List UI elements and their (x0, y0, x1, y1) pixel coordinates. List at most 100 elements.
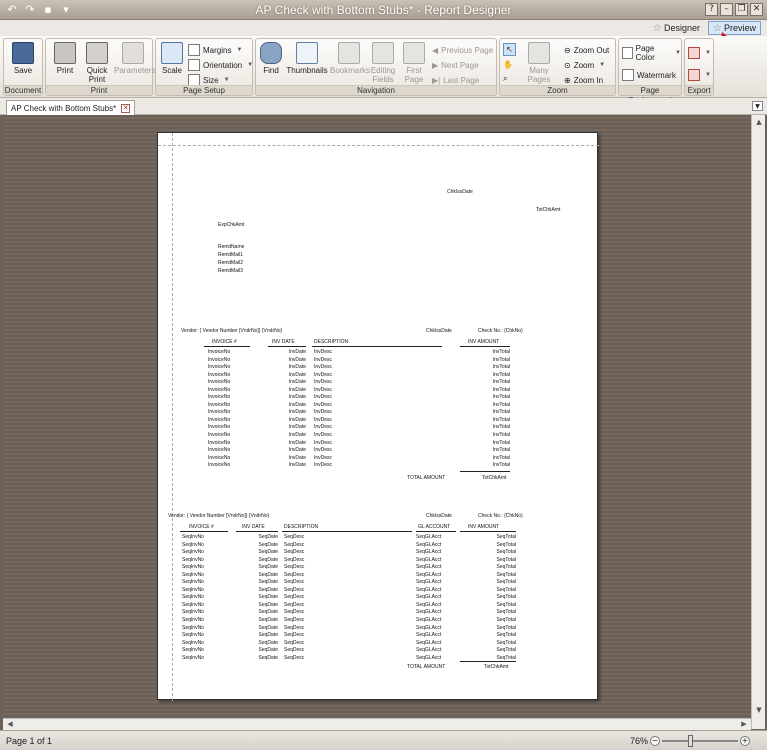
export-pdf-button[interactable]: ▼ (688, 46, 711, 60)
stub2-header-date: INV DATE (242, 524, 265, 530)
orientation-button[interactable]: Orientation ▼ (188, 58, 253, 72)
horizontal-scrollbar[interactable]: ◀ ▶ (3, 718, 751, 730)
stub1-header-date: INV DATE (272, 339, 295, 345)
clipboard-icon (122, 42, 144, 64)
zoom-icon: ⊙ (564, 60, 571, 70)
thumbnails-button[interactable]: Thumbnails (286, 40, 328, 85)
pointer-tool-button[interactable]: ↖ (503, 42, 516, 56)
margins-icon (188, 44, 200, 56)
export-email-button[interactable]: ▼ (688, 68, 711, 82)
zoom-slider[interactable]: − + (650, 735, 750, 747)
watermark-icon (622, 69, 634, 81)
first-page-icon (403, 42, 425, 64)
document-tab-strip: AP Check with Bottom Stubs* ✕ ▼ (0, 98, 767, 115)
arrow-left-icon: ◀ (432, 45, 439, 55)
stub2-col-invoice: SeqInvNo SeqInvNo SeqInvNo SeqInvNo SeqI… (182, 534, 204, 661)
exp-amount-field: ExpChkAmt (218, 222, 245, 228)
scroll-right-icon[interactable]: ▶ (738, 719, 750, 730)
last-page-icon: ▶| (432, 75, 441, 85)
remit-mail3-field: RemitMail3 (218, 268, 244, 274)
printer-icon (86, 42, 108, 64)
group-zoom: ↖ ✋ ⌕ Many Pages ⊖ Zoom Out ⊙ Zoom ▼ ⊕ Zo… (499, 38, 616, 96)
ribbon: Save Document Print Quick Print Paramete… (0, 36, 767, 105)
watermark-button[interactable]: Watermark (622, 68, 676, 82)
stub2-header-amount: INV AMOUNT (468, 524, 500, 530)
bookmarks-button[interactable]: Bookmarks (330, 40, 370, 85)
zoom-out-button[interactable]: ⊖ Zoom Out (564, 43, 609, 57)
margins-button[interactable]: Margins ▼ (188, 43, 242, 57)
next-page-button[interactable]: ▶ Next Page (432, 58, 479, 72)
vertical-scrollbar[interactable]: ▲ ▼ (751, 115, 765, 729)
pointer-icon: ↖ (503, 42, 516, 56)
editing-fields-button[interactable]: Editing Fields (368, 40, 398, 85)
stub2-total-label: TOTAL AMOUNT (407, 664, 446, 670)
help-icon[interactable]: ? (705, 3, 718, 16)
remit-name-field: RemitName (218, 244, 245, 250)
page-indicator: Page 1 of 1 (6, 736, 53, 746)
status-bar: Page 1 of 1 76% − + (0, 730, 767, 750)
scroll-left-icon[interactable]: ◀ (4, 719, 16, 730)
tab-list-dropdown-icon[interactable]: ▼ (752, 101, 763, 111)
print-button[interactable]: Print (48, 40, 82, 85)
stub2-col-amount: SeqTotal SeqTotal SeqTotal SeqTotal SeqT… (496, 534, 516, 661)
stub2-vendor: Vendor: { Vendor Number [VndrNo]} {VndrN… (168, 513, 270, 519)
stub1-col-invoice: InvoiceNo InvoiceNo InvoiceNo InvoiceNo … (208, 349, 231, 469)
zoom-level: 76% (630, 736, 649, 746)
stub1-vendor: Vendor: { Vendor Number [VndrNo]} {VndrN… (181, 328, 283, 334)
zoom-minus-icon[interactable]: − (650, 736, 660, 746)
margin-guide (158, 145, 599, 146)
stub1-col-description: InvDesc InvDesc InvDesc InvDesc InvDesc … (314, 349, 333, 469)
hand-icon: ✋ (503, 59, 513, 69)
check-date-field: ChkIssDate (447, 189, 473, 195)
group-page-setup: Scale Margins ▼ Orientation ▼ Size ▼ Page S… (155, 38, 253, 96)
stub2-col-gl-account: SeqGLAcct SeqGLAcct SeqGLAcct SeqGLAcct … (416, 534, 442, 661)
zoom-out-icon: ⊖ (564, 45, 571, 55)
stub1-header-description: DESCRIPTION (314, 339, 349, 345)
group-print: Print Quick Print Parameters Print (45, 38, 155, 96)
star-icon: ☆ (653, 22, 662, 34)
many-pages-button[interactable]: Many Pages (518, 40, 560, 85)
magnifier-tool-button[interactable]: ⌕ (503, 72, 507, 86)
report-page: ChkIssDate TotChkAmt ExpChkAmt RemitName… (157, 132, 599, 701)
stub2-header-description: DESCRIPTION (284, 524, 319, 530)
stub1-header-amount: INV AMOUNT (468, 339, 500, 345)
hand-tool-button[interactable]: ✋ (503, 57, 513, 71)
stub2-col-date: SeqDate SeqDate SeqDate SeqDate SeqDate … (258, 534, 278, 661)
save-button[interactable]: Save (6, 40, 40, 85)
email-export-icon (688, 69, 700, 81)
page-color-button[interactable]: Page Color ▼ (622, 44, 681, 62)
group-document: Save Document (3, 38, 43, 96)
scroll-down-icon[interactable]: ▼ (753, 704, 765, 716)
find-button[interactable]: Find (258, 40, 284, 85)
quick-print-button[interactable]: Quick Print (80, 40, 114, 85)
document-tab[interactable]: AP Check with Bottom Stubs* ✕ (6, 100, 136, 115)
previous-page-button[interactable]: ◀ Previous Page (432, 43, 493, 57)
editing-fields-icon (372, 42, 394, 64)
stub2-col-description: SeqDesc SeqDesc SeqDesc SeqDesc SeqDesc … (284, 534, 305, 661)
remit-mail2-field: RemitMail2 (218, 260, 244, 266)
zoom-dropdown[interactable]: ⊙ Zoom ▼ (564, 58, 605, 72)
stub2-check-no: Check No.: {ChkNo} (478, 513, 523, 519)
scale-button[interactable]: Scale (158, 40, 186, 85)
zoom-plus-icon[interactable]: + (740, 736, 750, 746)
chevron-down-icon: ▼ (705, 50, 711, 56)
close-tab-icon[interactable]: ✕ (121, 103, 131, 113)
chevron-down-icon: ▼ (223, 77, 230, 83)
view-tab-row: ☆ Designer ☆ Preview (0, 20, 767, 36)
first-page-button[interactable]: First Page (400, 40, 428, 85)
scroll-up-icon[interactable]: ▲ (753, 116, 765, 128)
parameters-button[interactable]: Parameters (114, 40, 155, 85)
restore-icon[interactable]: ❐ (735, 3, 748, 16)
stub2-date: ChkIssDate (426, 513, 452, 519)
stub2-header-invoice: INVOICE # (189, 524, 214, 530)
floppy-icon (12, 42, 34, 64)
scale-icon (161, 42, 183, 64)
zoom-slider-thumb[interactable] (687, 735, 693, 747)
thumbnails-icon (296, 42, 318, 64)
minimize-icon[interactable]: – (720, 3, 733, 16)
stub1-header-invoice: INVOICE # (212, 339, 237, 345)
close-icon[interactable]: ✕ (750, 3, 763, 16)
tab-designer[interactable]: ☆ Designer (649, 21, 704, 35)
group-page-background: Page Color▼ Watermark Page Background (618, 38, 682, 105)
title-bar: ↶ ↷ ▪ ▾ AP Check with Bottom Stubs* - Re… (0, 0, 767, 20)
